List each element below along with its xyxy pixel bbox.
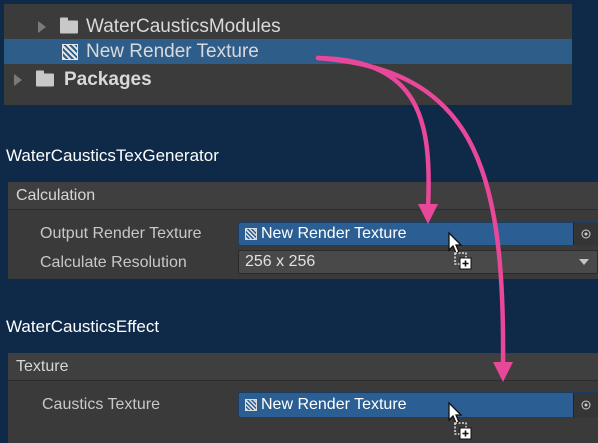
- effect-panel: Texture Caustics Texture New Render Text…: [8, 353, 598, 443]
- folder-icon: [36, 70, 54, 86]
- calculate-resolution-label: Calculate Resolution: [40, 254, 187, 271]
- section-header-texture[interactable]: Texture: [8, 353, 598, 381]
- chevron-down-icon: [579, 259, 589, 265]
- tree-item-label: Packages: [64, 68, 152, 90]
- tree-item-watercausticsmodules[interactable]: WaterCausticsModules: [4, 14, 572, 39]
- tree-item-packages[interactable]: Packages: [4, 67, 572, 92]
- render-texture-icon: [245, 228, 257, 240]
- tree-item-label: WaterCausticsModules: [86, 15, 281, 37]
- object-field-value: New Render Texture: [261, 225, 407, 242]
- output-render-texture-label: Output Render Texture: [40, 225, 202, 242]
- object-picker-icon[interactable]: [573, 393, 597, 417]
- component-title-tex-generator: WaterCausticsTexGenerator: [6, 146, 219, 165]
- output-render-texture-field[interactable]: New Render Texture: [238, 222, 598, 246]
- object-field-value: New Render Texture: [261, 396, 407, 413]
- tree-item-label: New Render Texture: [86, 40, 259, 62]
- tex-generator-panel: Calculation Output Render Texture New Re…: [8, 182, 598, 279]
- section-title: Calculation: [16, 186, 96, 204]
- expand-arrow-icon[interactable]: [14, 73, 22, 86]
- caustics-texture-field[interactable]: New Render Texture: [238, 392, 598, 418]
- calculate-resolution-dropdown[interactable]: 256 x 256: [238, 250, 598, 274]
- folder-icon: [60, 17, 78, 33]
- project-tree-panel: WaterCausticsModules New Render Texture …: [4, 4, 572, 105]
- dropdown-value: 256 x 256: [245, 253, 316, 270]
- section-title: Texture: [16, 357, 69, 375]
- render-texture-icon: [245, 399, 257, 411]
- component-title-effect: WaterCausticsEffect: [6, 317, 160, 336]
- tree-item-new-render-texture[interactable]: New Render Texture: [4, 39, 572, 64]
- section-header-calculation[interactable]: Calculation: [8, 182, 598, 210]
- object-picker-icon[interactable]: [573, 223, 597, 245]
- expand-arrow-icon[interactable]: [38, 20, 46, 33]
- caustics-texture-label: Caustics Texture: [42, 396, 160, 413]
- render-texture-icon: [62, 43, 78, 60]
